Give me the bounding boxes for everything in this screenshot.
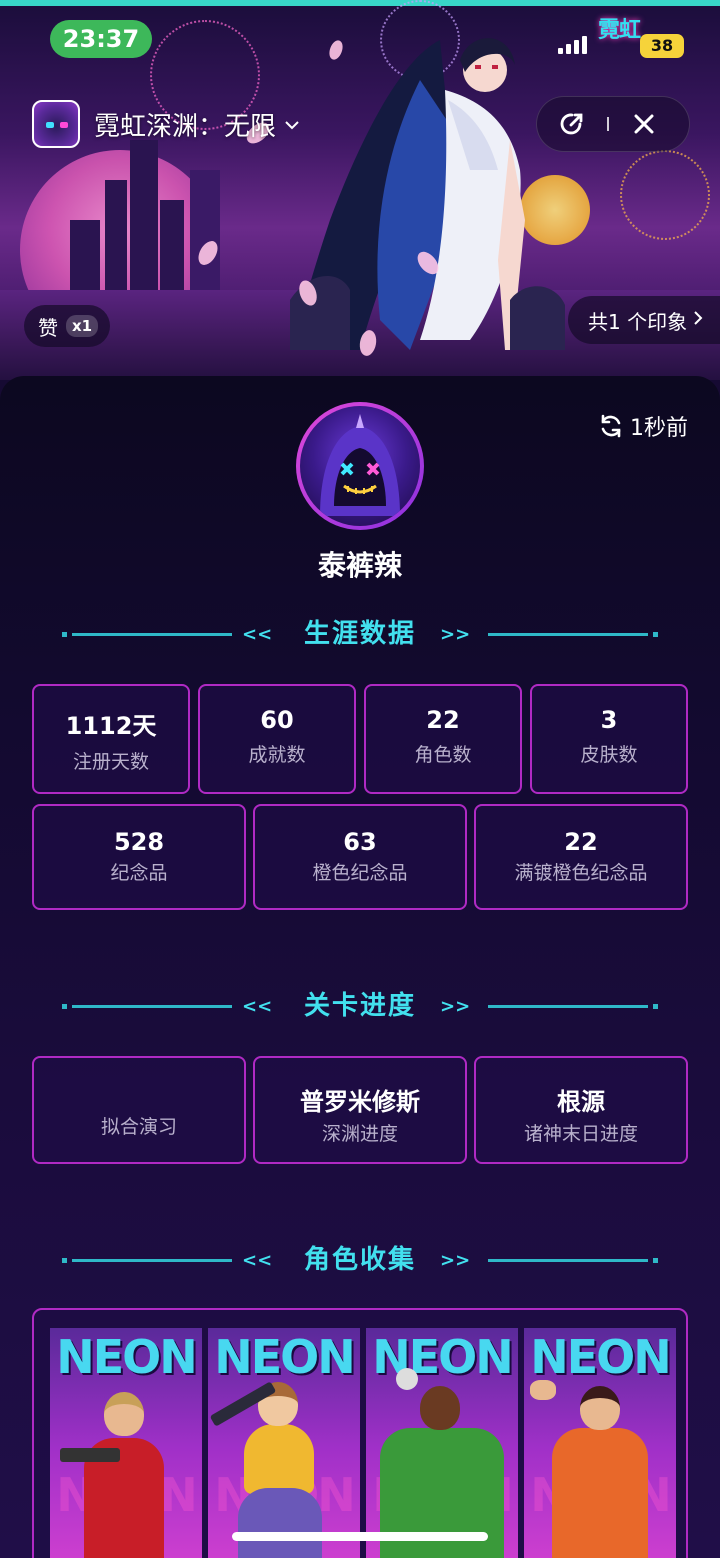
stat-value: 22 (426, 706, 460, 734)
like-count: x1 (66, 315, 99, 337)
character-card[interactable]: NEON NEON (366, 1328, 518, 1558)
character-card[interactable]: NEON NEON (208, 1328, 360, 1558)
city-building (70, 220, 100, 290)
section-title-progress: << >> 关卡进度 (0, 986, 720, 1026)
like-button[interactable]: 赞 x1 (24, 305, 111, 347)
progress-label: 深渊进度 (321, 1123, 398, 1145)
stat-value: 63 (343, 828, 377, 856)
chevron-right-icon (693, 310, 703, 331)
stat-card-orange-souvenirs: 63 橙色纪念品 (253, 804, 467, 910)
mini-program-capsule (536, 96, 690, 152)
stat-card-achievements: 60 成就数 (198, 684, 356, 794)
game-header[interactable]: 霓虹深渊：无限 (32, 100, 300, 148)
section-title-collection: << >> 角色收集 (0, 1240, 720, 1280)
section-title-career: << >> 生涯数据 (0, 614, 720, 654)
progress-value: 根源 (557, 1088, 605, 1116)
stat-value: 1112天 (65, 712, 157, 740)
character-banner: NEON (214, 1330, 356, 1384)
game-title: 霓虹深渊：无限 (94, 111, 277, 142)
refresh-button[interactable]: 1秒前 (598, 410, 688, 442)
progress-value: 普罗米修斯 (300, 1088, 420, 1116)
username: 泰裤辣 (317, 549, 402, 582)
impressions-label: 共1 个印象 (588, 309, 688, 334)
share-button[interactable] (537, 96, 607, 152)
city-building (190, 170, 220, 290)
city-building (105, 180, 127, 290)
city-building (130, 140, 158, 290)
stat-label: 成就数 (248, 744, 306, 766)
stat-label: 注册天数 (72, 751, 149, 773)
share-icon (560, 113, 583, 135)
game-icon (32, 100, 80, 148)
avatar-art (320, 414, 400, 516)
character-banner: NEON (56, 1330, 198, 1384)
status-logo: 霓虹 (598, 18, 641, 43)
progress-line (0, 0, 720, 6)
stat-label: 角色数 (414, 744, 472, 766)
progress-card-simulation: 拟合演习 (32, 1056, 246, 1164)
progress-card-abyss: 普罗米修斯 深渊进度 (253, 1056, 467, 1164)
character-card[interactable]: NEON NEON (50, 1328, 202, 1558)
capsule-divider (607, 117, 609, 131)
character-collection: NEON NEON NEON NEON NEON NEON NEON NEON (32, 1308, 688, 1558)
stat-card-max-orange-souvenirs: 22 满镀橙色纪念品 (474, 804, 688, 910)
stat-card-souvenirs: 528 纪念品 (32, 804, 246, 910)
stat-value: 528 (113, 828, 165, 856)
stat-value: 3 (600, 706, 618, 734)
stat-label: 皮肤数 (580, 744, 638, 766)
stat-label: 纪念品 (110, 862, 168, 884)
character-banner: NEON (530, 1330, 672, 1384)
stat-value: 22 (564, 828, 598, 856)
character-banner: NEON (372, 1330, 514, 1384)
progress-label: 拟合演习 (100, 1116, 177, 1138)
section-title-text: 生涯数据 (303, 619, 416, 649)
character-card[interactable]: NEON NEON (524, 1328, 676, 1558)
refresh-time: 1秒前 (630, 416, 688, 441)
refresh-icon (601, 414, 621, 438)
section-title-text: 关卡进度 (303, 991, 416, 1021)
close-icon (634, 114, 654, 134)
chevron-down-icon (284, 114, 300, 135)
firework (620, 150, 710, 240)
progress-value (34, 1082, 244, 1110)
stat-card-characters: 22 角色数 (364, 684, 522, 794)
close-button[interactable] (609, 96, 679, 152)
profile-panel: 1秒前 泰裤辣 << >> 生涯数据 1112天 注册天数 60 成就数 22 … (0, 376, 720, 1558)
battery-indicator: 38 (640, 34, 684, 58)
stat-label: 橙色纪念品 (312, 862, 408, 884)
avatar[interactable] (296, 402, 424, 530)
stat-value: 60 (260, 706, 294, 734)
stat-card-register-days: 1112天 注册天数 (32, 684, 190, 794)
stat-label: 满镀橙色纪念品 (514, 862, 648, 884)
status-time: 23:37 (50, 20, 152, 58)
hero-character-art (290, 38, 565, 350)
progress-label: 诸神末日进度 (523, 1123, 638, 1145)
city-building (160, 200, 184, 290)
like-label: 赞 (38, 315, 58, 340)
progress-card-ragnarok: 根源 诸神末日进度 (474, 1056, 688, 1164)
signal-icon (558, 34, 592, 54)
impressions-link[interactable]: 共1 个印象 (568, 296, 720, 344)
section-title-text: 角色收集 (303, 1245, 416, 1275)
home-indicator[interactable] (232, 1532, 488, 1541)
stat-card-skins: 3 皮肤数 (530, 684, 688, 794)
